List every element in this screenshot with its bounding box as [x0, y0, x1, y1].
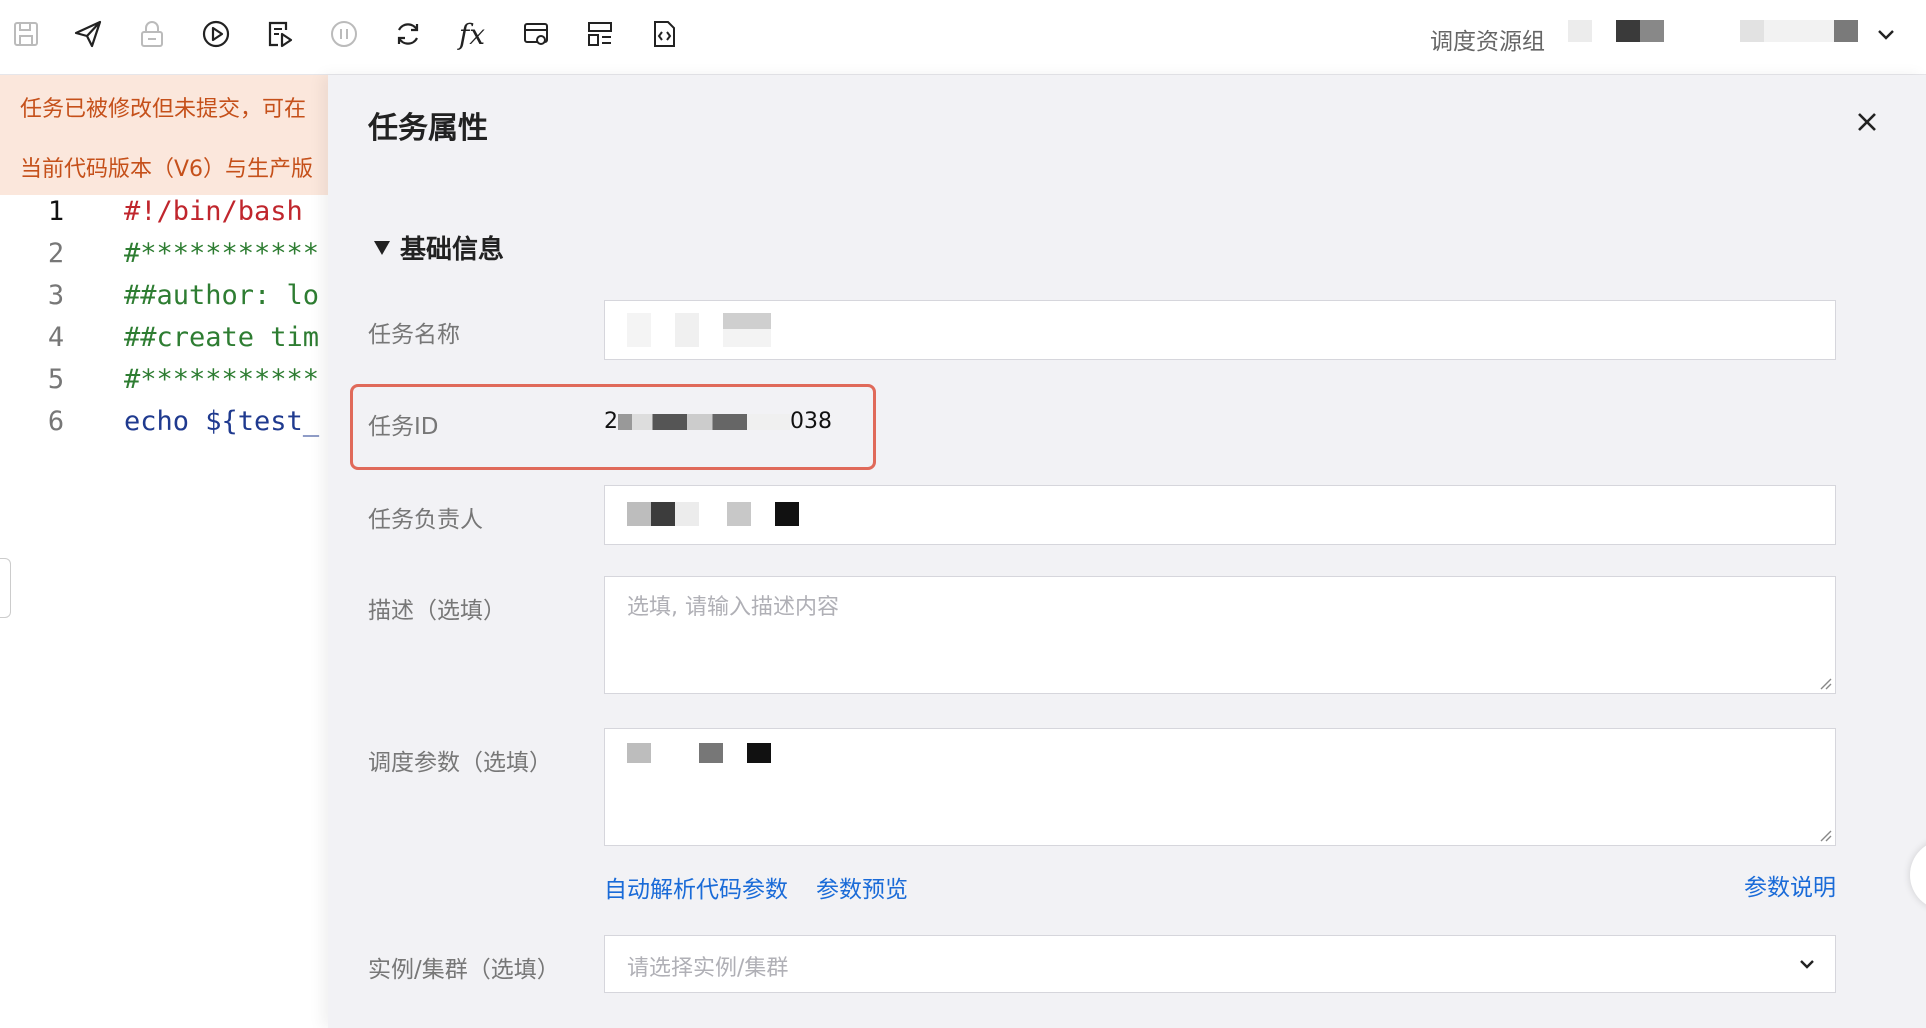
line-number: 2 [47, 238, 65, 269]
code-text: #*********** [124, 238, 320, 269]
layout-icon[interactable] [580, 14, 620, 54]
instance-cluster-select[interactable]: 请选择实例/集群 [604, 935, 1836, 993]
code-text: #*********** [124, 364, 320, 395]
save-icon[interactable] [6, 14, 46, 54]
task-owner-label: 任务负责人 [368, 507, 483, 533]
section-title: 基础信息 [400, 235, 505, 265]
code-text: ##author: lo [124, 280, 320, 311]
task-id-highlight-box [350, 384, 876, 470]
floating-assistant-button[interactable] [1910, 840, 1926, 910]
lock-icon[interactable] [132, 14, 172, 54]
submit-icon[interactable] [68, 14, 108, 54]
schedule-params-textarea[interactable] [604, 728, 1836, 846]
close-icon[interactable] [1854, 109, 1880, 135]
instance-cluster-placeholder: 请选择实例/集群 [627, 956, 789, 981]
masked-value [627, 502, 651, 526]
masked-value [627, 313, 651, 347]
resize-handle-icon[interactable] [1818, 676, 1832, 690]
masked-value [627, 743, 651, 763]
code-text: #!/bin/bash [124, 196, 303, 227]
collapse-triangle-icon [374, 240, 390, 255]
masked-value [723, 329, 771, 347]
masked-value [747, 743, 771, 763]
code-editor[interactable]: 1 #!/bin/bash 2 #*********** 3 ##author:… [0, 196, 330, 1024]
refresh-icon[interactable] [388, 14, 428, 54]
instance-cluster-label: 实例/集群（选填） [368, 957, 560, 983]
line-number: 4 [47, 322, 65, 353]
run-selected-icon[interactable] [260, 14, 300, 54]
line-number: 1 [47, 196, 65, 227]
panel-title: 任务属性 [368, 111, 488, 146]
task-name-label: 任务名称 [368, 322, 460, 348]
masked-value [675, 313, 699, 347]
code-variable: ${test_ [205, 406, 320, 437]
line-number: 6 [47, 406, 65, 437]
masked-value [775, 502, 799, 526]
masked-value [1568, 20, 1592, 42]
masked-value [651, 502, 675, 526]
toolbar: fx 调度资源组 [0, 0, 1926, 75]
side-collapse-handle[interactable] [0, 558, 11, 618]
code-keyword: echo [124, 406, 206, 437]
masked-value [1616, 20, 1640, 42]
masked-value [1834, 20, 1858, 42]
banner-line-2: 当前代码版本（V6）与生产版 [20, 157, 314, 182]
code-text: ##create tim [124, 322, 320, 353]
masked-value [727, 502, 751, 526]
params-help-link[interactable]: 参数说明 [1744, 868, 1836, 902]
masked-value [1640, 20, 1664, 42]
task-owner-input[interactable] [604, 485, 1836, 545]
masked-value [1740, 20, 1764, 42]
chevron-down-icon[interactable] [1872, 20, 1900, 48]
function-icon-label: fx [458, 17, 486, 51]
description-label: 描述（选填） [368, 598, 506, 624]
code-file-icon[interactable] [644, 14, 684, 54]
function-icon[interactable]: fx [452, 14, 492, 54]
basic-info-section-header[interactable]: 基础信息 [374, 229, 504, 266]
description-placeholder: 选填, 请输入描述内容 [627, 595, 839, 620]
resize-handle-icon[interactable] [1818, 828, 1832, 842]
schedule-params-label: 调度参数（选填） [368, 750, 552, 776]
format-icon[interactable] [516, 14, 556, 54]
stop-icon[interactable] [324, 14, 364, 54]
masked-value [699, 743, 723, 763]
masked-value [1764, 20, 1834, 42]
task-properties-panel: 任务属性 基础信息 任务名称 任务ID 2 038 任务负责人 描述（选填） 选填… [328, 75, 1926, 1028]
resource-group-label: 调度资源组 [1430, 29, 1545, 55]
description-textarea[interactable]: 选填, 请输入描述内容 [604, 576, 1836, 694]
masked-value [675, 502, 699, 526]
code-text: echo ${test_ [124, 406, 319, 437]
params-preview-link[interactable]: 参数预览 [816, 870, 908, 904]
masked-value [723, 313, 771, 329]
banner-line-1: 任务已被修改但未提交，可在 [20, 97, 307, 122]
unsubmitted-warning-banner: 任务已被修改但未提交，可在 当前代码版本（V6）与生产版 [0, 75, 330, 195]
line-number: 5 [47, 364, 65, 395]
auto-parse-params-link[interactable]: 自动解析代码参数 [604, 870, 788, 904]
line-number: 3 [47, 280, 65, 311]
run-icon[interactable] [196, 14, 236, 54]
task-name-input[interactable] [604, 300, 1836, 360]
chevron-down-icon[interactable] [1795, 952, 1819, 976]
